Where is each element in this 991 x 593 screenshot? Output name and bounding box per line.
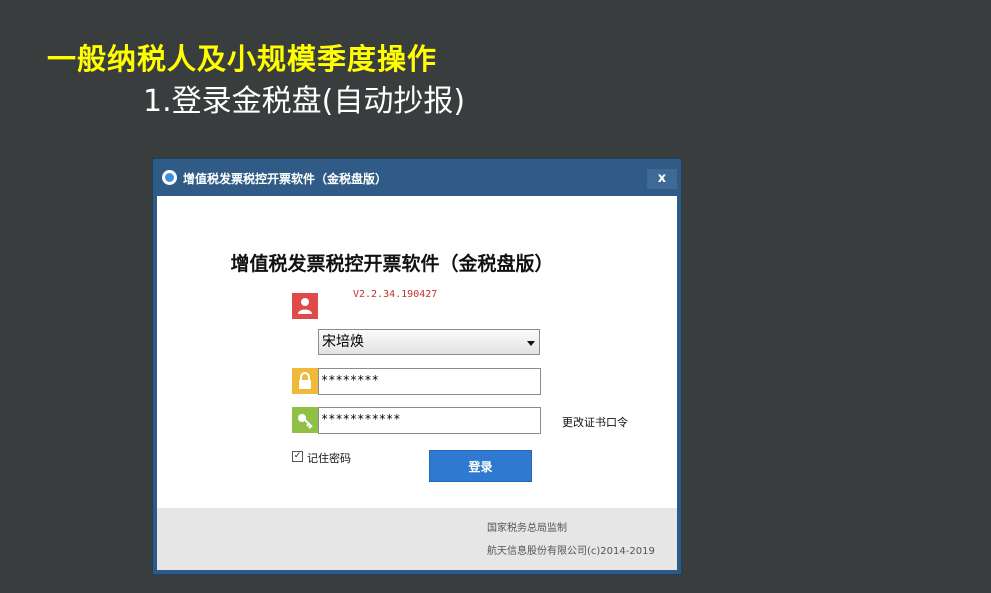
version-label: V2.2.34.190427 [353, 289, 438, 300]
user-select-value: 宋培焕 [322, 334, 364, 350]
chevron-down-icon[interactable] [527, 341, 535, 346]
lock-icon [292, 368, 318, 394]
app-heading: 增值税发票税控开票软件（金税盘版） [230, 253, 554, 275]
close-button[interactable]: x [647, 169, 677, 189]
password-input[interactable]: ******** [318, 368, 541, 395]
key-icon [292, 407, 318, 433]
user-select[interactable]: 宋培焕 [318, 329, 540, 355]
window-title: 增值税发票税控开票软件（金税盘版） [183, 172, 388, 186]
cert-password-input[interactable]: *********** [318, 407, 541, 434]
window-footer [157, 508, 677, 570]
app-logo-icon [162, 170, 177, 185]
footer-supervisor: 国家税务总局监制 [487, 523, 567, 534]
login-button[interactable]: 登录 [429, 450, 532, 482]
change-cert-password-link[interactable]: 更改证书口令 [562, 414, 628, 430]
login-window: 增值税发票税控开票软件（金税盘版） x 增值税发票税控开票软件（金税盘版） V2… [153, 159, 681, 574]
slide-title: 一般纳税人及小规模季度操作 [47, 42, 438, 76]
user-icon [292, 293, 318, 319]
slide-subtitle: 1.登录金税盘(自动抄报) [143, 84, 466, 119]
footer-copyright: 航天信息股份有限公司(c)2014-2019 [487, 546, 655, 557]
window-titlebar[interactable]: 增值税发票税控开票软件（金税盘版） x [153, 159, 681, 196]
remember-password-label[interactable]: 记住密码 [307, 450, 351, 466]
remember-password-checkbox[interactable]: ✓ [292, 451, 303, 462]
